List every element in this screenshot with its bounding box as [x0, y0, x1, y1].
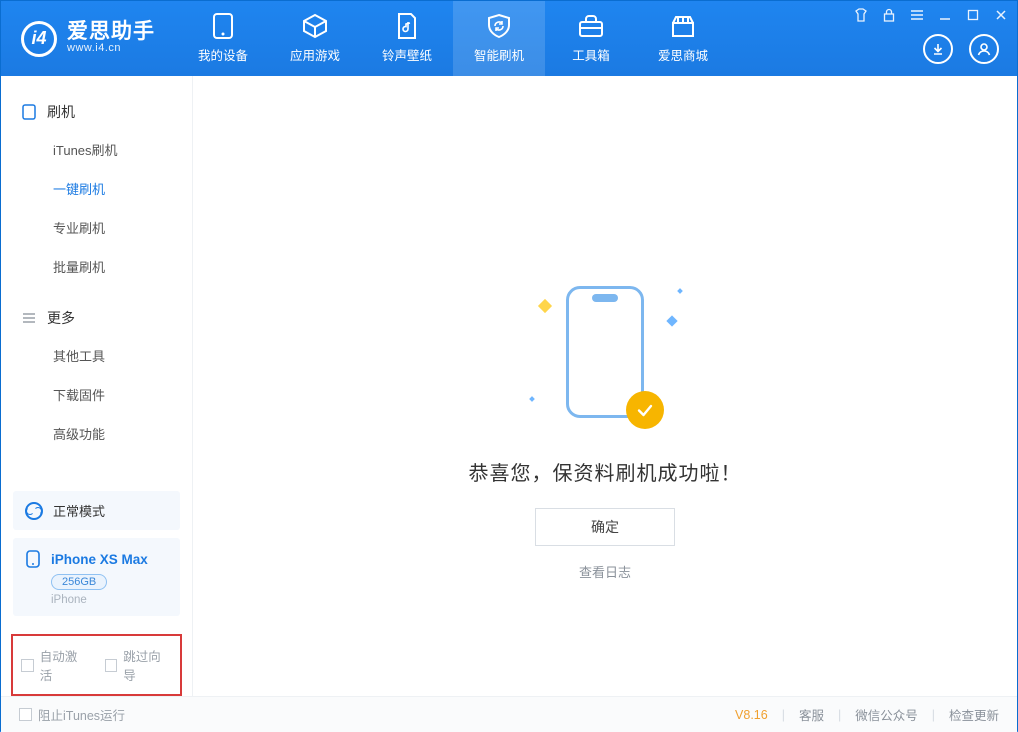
user-icon[interactable] — [969, 34, 999, 64]
checkbox-icon — [21, 659, 34, 672]
body: 刷机 iTunes刷机 一键刷机 专业刷机 批量刷机 更多 其他工具 下载固件 … — [1, 76, 1017, 696]
header: i4 爱思助手 www.i4.cn 我的设备 应用游戏 铃声壁纸 — [1, 1, 1017, 76]
device-name: iPhone XS Max — [51, 552, 148, 567]
sidebar-section-flash-header: 刷机 — [1, 94, 192, 130]
checkbox-skip-guide[interactable]: 跳过向导 — [105, 646, 173, 684]
nav-apps[interactable]: 应用游戏 — [269, 1, 361, 76]
footer-link-wechat[interactable]: 微信公众号 — [855, 705, 918, 724]
sidebar-section-more-header: 更多 — [1, 300, 192, 336]
minimize-icon[interactable] — [937, 7, 953, 23]
maximize-icon[interactable] — [965, 7, 981, 23]
nav-rings[interactable]: 铃声壁纸 — [361, 1, 453, 76]
view-log-link[interactable]: 查看日志 — [579, 562, 631, 581]
footer-link-service[interactable]: 客服 — [799, 705, 824, 724]
sidebar-item-oneclick-flash[interactable]: 一键刷机 — [1, 169, 192, 208]
header-right-icons — [923, 34, 999, 64]
sidebar-item-other-tools[interactable]: 其他工具 — [1, 336, 192, 375]
device-mode-panel[interactable]: 正常模式 — [13, 491, 180, 530]
logo-icon: i4 — [21, 21, 57, 57]
checkbox-auto-activate[interactable]: 自动激活 — [21, 646, 89, 684]
nav-store[interactable]: 爱思商城 — [637, 1, 729, 76]
checkbox-stop-itunes[interactable]: 阻止iTunes运行 — [19, 705, 125, 724]
footer: 阻止iTunes运行 V8.16 | 客服 | 微信公众号 | 检查更新 — [1, 696, 1017, 732]
nav-label: 爱思商城 — [658, 45, 708, 64]
sidebar-item-advanced[interactable]: 高级功能 — [1, 414, 192, 453]
sidebar-item-pro-flash[interactable]: 专业刷机 — [1, 208, 192, 247]
app-name-cn: 爱思助手 — [67, 21, 155, 42]
sidebar-section-title: 刷机 — [47, 102, 75, 122]
shield-refresh-icon — [486, 13, 512, 39]
success-message: 恭喜您，保资料刷机成功啦！ — [469, 457, 742, 486]
window-controls — [853, 7, 1009, 23]
checkbox-label: 自动激活 — [40, 646, 89, 684]
options-highlight-box: 自动激活 跳过向导 — [11, 634, 182, 696]
checkbox-label: 跳过向导 — [123, 646, 172, 684]
menu-icon[interactable] — [909, 7, 925, 23]
sidebar-section-title: 更多 — [47, 308, 75, 328]
separator: | — [932, 708, 935, 722]
phone-icon — [210, 13, 236, 39]
checkmark-badge-icon — [626, 391, 664, 429]
nav-label: 智能刷机 — [474, 45, 524, 64]
device-mode-label: 正常模式 — [53, 501, 105, 520]
toolbox-icon — [578, 13, 604, 39]
sync-icon — [25, 502, 43, 520]
checkbox-label: 阻止iTunes运行 — [38, 705, 125, 724]
music-file-icon — [394, 13, 420, 39]
nav-label: 工具箱 — [572, 45, 610, 64]
lock-icon[interactable] — [881, 7, 897, 23]
nav-toolbox[interactable]: 工具箱 — [545, 1, 637, 76]
sidebar-item-itunes-flash[interactable]: iTunes刷机 — [1, 130, 192, 169]
device-outline-icon — [21, 104, 37, 120]
logo-area: i4 爱思助手 www.i4.cn — [1, 1, 177, 76]
device-capacity-badge: 256GB — [51, 574, 107, 590]
main-content: 恭喜您，保资料刷机成功啦！ 确定 查看日志 — [193, 76, 1017, 696]
version-label: V8.16 — [735, 708, 768, 722]
success-illustration — [550, 281, 660, 431]
store-icon — [670, 13, 696, 39]
download-icon[interactable] — [923, 34, 953, 64]
nav-label: 应用游戏 — [290, 45, 340, 64]
separator: | — [782, 708, 785, 722]
cube-icon — [302, 13, 328, 39]
device-type: iPhone — [51, 594, 168, 606]
device-info-panel[interactable]: iPhone XS Max 256GB iPhone — [13, 538, 180, 616]
close-icon[interactable] — [993, 7, 1009, 23]
footer-link-update[interactable]: 检查更新 — [949, 705, 999, 724]
separator: | — [838, 708, 841, 722]
checkbox-icon — [105, 659, 118, 672]
top-nav: 我的设备 应用游戏 铃声壁纸 智能刷机 工具箱 — [177, 1, 729, 76]
ok-button[interactable]: 确定 — [535, 508, 675, 546]
nav-device[interactable]: 我的设备 — [177, 1, 269, 76]
app-name-en: www.i4.cn — [67, 42, 155, 55]
nav-label: 我的设备 — [198, 45, 248, 64]
shirt-icon[interactable] — [853, 7, 869, 23]
nav-label: 铃声壁纸 — [382, 45, 432, 64]
sidebar-item-firmware[interactable]: 下载固件 — [1, 375, 192, 414]
list-icon — [21, 310, 37, 326]
phone-small-icon — [25, 550, 41, 568]
sidebar: 刷机 iTunes刷机 一键刷机 专业刷机 批量刷机 更多 其他工具 下载固件 … — [1, 76, 193, 696]
checkbox-icon — [19, 708, 32, 721]
sidebar-item-batch-flash[interactable]: 批量刷机 — [1, 247, 192, 286]
nav-flash[interactable]: 智能刷机 — [453, 1, 545, 76]
